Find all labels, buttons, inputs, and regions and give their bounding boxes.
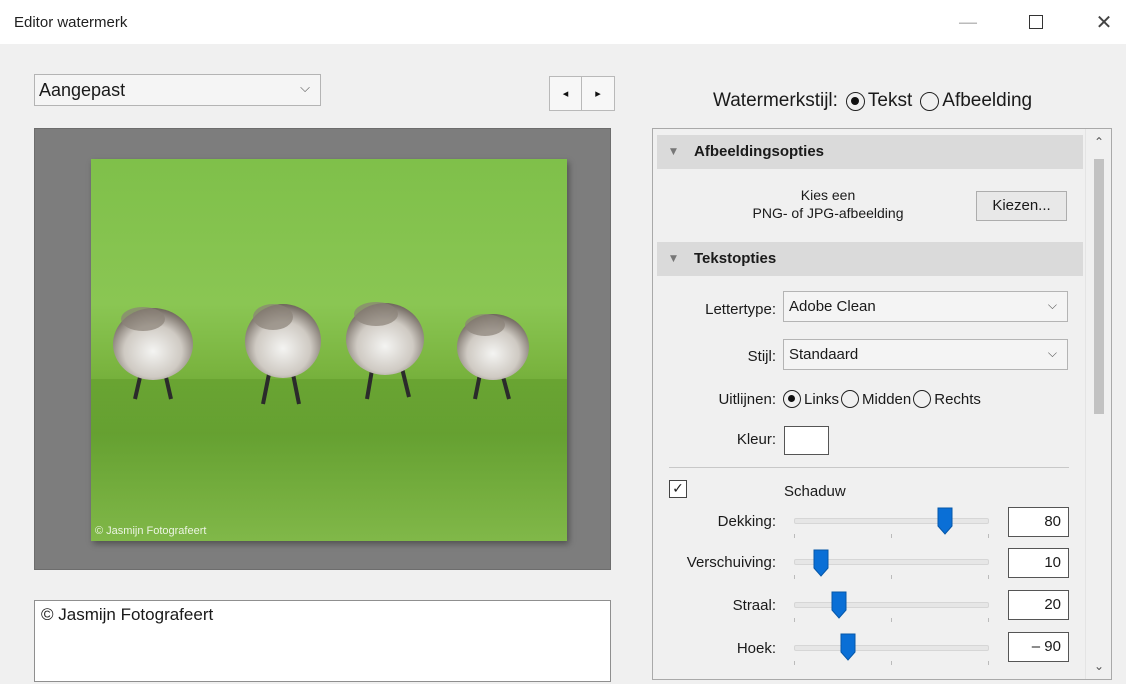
choose-hint-line1: Kies een [800,187,856,203]
radius-slider-track[interactable] [794,602,989,608]
font-dropdown[interactable]: Adobe Clean ⌵ [783,291,1068,322]
style-label: Stijl: [747,348,776,365]
chevron-down-icon: ⌵ [300,81,310,96]
opacity-slider-thumb[interactable] [937,507,953,535]
opacity-label: Dekking: [717,513,776,530]
font-label: Lettertype: [705,301,776,318]
text-options-header[interactable]: ▼ Tekstopties [657,242,1083,276]
maximize-button[interactable] [1021,8,1051,36]
preset-dropdown[interactable]: Aangepast ⌵ [34,74,321,106]
offset-slider-thumb[interactable] [813,549,829,577]
scroll-thumb[interactable] [1094,159,1104,414]
opacity-value-input[interactable]: 80 [1008,507,1069,537]
style-image-radio[interactable] [920,91,940,111]
align-right-label[interactable]: Rechts [934,391,981,408]
scroll-down-arrow-icon[interactable]: ⌄ [1086,655,1111,677]
watermark-preview: © Jasmijn Fotografeert [34,128,611,570]
align-options: Links Midden Rechts [783,390,983,408]
radius-slider-thumb[interactable] [831,591,847,619]
opacity-slider-ticks [794,534,989,538]
style-dropdown[interactable]: Standaard ⌵ [783,339,1068,370]
angle-slider-thumb[interactable] [840,633,856,661]
align-right-radio[interactable] [913,390,932,408]
options-scrollbar[interactable]: ⌃ ⌄ [1085,129,1111,679]
align-label: Uitlijnen: [718,391,776,408]
goslings-illustration [91,302,567,541]
choose-hint-line2: PNG- of JPG-afbeelding [752,205,904,221]
section-divider [669,467,1069,468]
text-options-title: Tekstopties [694,250,777,267]
preset-value: Aangepast [39,80,126,100]
chevron-down-icon: ⌵ [1047,346,1057,360]
align-left-radio[interactable] [783,390,801,408]
collapse-triangle-icon: ▼ [670,147,677,157]
style-image-label[interactable]: Afbeelding [942,90,1032,112]
align-left-label[interactable]: Links [804,391,839,408]
radius-label: Straal: [732,597,776,614]
watermark-text-input[interactable]: © Jasmijn Fotografeert [34,600,611,682]
style-text-radio[interactable] [845,91,865,111]
choose-image-hint: Kies een PNG- of JPG-afbeelding [723,186,933,222]
offset-value-input[interactable]: 10 [1008,548,1069,578]
maximize-icon [1029,15,1043,29]
window-title: Editor watermerk [14,14,128,31]
radius-slider-ticks [794,618,989,622]
align-center-label[interactable]: Midden [862,391,911,408]
preview-photo: © Jasmijn Fotografeert [91,159,567,541]
options-panel: ▼ Afbeeldingsopties Kies een PNG- of JPG… [652,128,1112,680]
watermark-style-label: Watermerkstijl: [713,90,838,111]
color-label: Kleur: [736,431,776,448]
close-button[interactable]: ✕ [1089,8,1119,36]
align-center-radio[interactable] [841,390,860,408]
preview-watermark-text: © Jasmijn Fotografeert [95,525,207,537]
chevron-down-icon: ⌵ [1047,298,1057,312]
color-swatch[interactable] [784,426,829,455]
image-options-title: Afbeeldingsopties [694,143,825,160]
scroll-up-arrow-icon[interactable]: ⌃ [1086,131,1111,153]
collapse-triangle-icon: ▼ [670,254,677,264]
angle-label: Hoek: [736,640,776,657]
image-options-header[interactable]: ▼ Afbeeldingsopties [657,135,1083,169]
opacity-slider-track[interactable] [794,518,989,524]
watermark-style-row: Watermerkstijl: Tekst Afbeelding [713,90,1032,112]
shadow-checkbox[interactable]: ✓ [669,480,687,498]
next-image-button[interactable]: ▸ [582,76,615,111]
angle-slider-ticks [794,661,989,665]
angle-value-input[interactable]: – 90 [1008,632,1069,662]
choose-image-button[interactable]: Kiezen... [976,191,1067,221]
previous-image-button[interactable]: ◂ [549,76,582,111]
font-value: Adobe Clean [789,298,876,315]
preview-navigation: ◂ ▸ [549,76,615,111]
style-value: Standaard [789,346,859,363]
offset-label: Verschuiving: [686,554,776,571]
style-text-label[interactable]: Tekst [868,90,912,112]
shadow-label: Schaduw [784,483,846,500]
title-bar: Editor watermerk — ✕ [0,0,1126,44]
minimize-button[interactable]: — [953,8,983,36]
radius-value-input[interactable]: 20 [1008,590,1069,620]
angle-slider-track[interactable] [794,645,989,651]
